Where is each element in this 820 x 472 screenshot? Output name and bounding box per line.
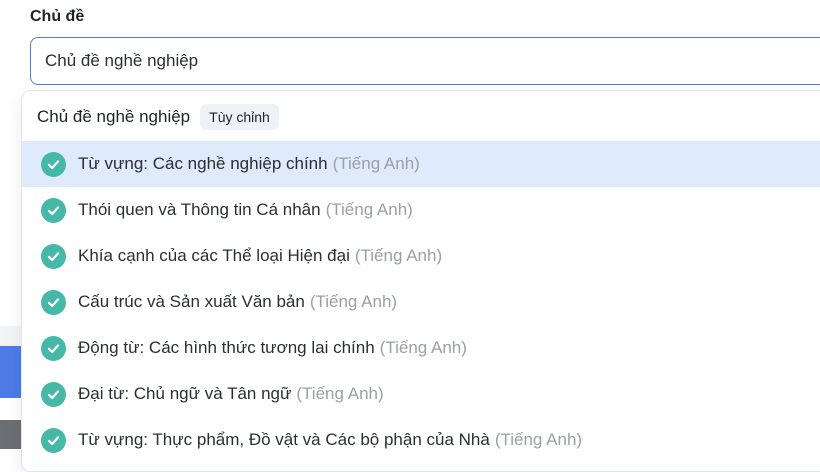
group-header: Chủ đề nghề nghiệp Tùy chỉnh — [37, 103, 279, 131]
topic-option-language: (Tiếng Anh) — [379, 338, 467, 357]
topic-option-label: Thói quen và Thông tin Cá nhân — [78, 200, 321, 219]
topic-option-language: (Tiếng Anh) — [332, 154, 420, 173]
custom-badge: Tùy chỉnh — [200, 104, 279, 130]
topic-option-label: Cấu trúc và Sản xuất Văn bản — [78, 292, 305, 311]
topic-option-label: Động từ: Các hình thức tương lai chính — [78, 338, 375, 357]
check-circle-icon — [41, 197, 66, 223]
topic-option[interactable]: Từ vựng: Các nghề nghiệp chính (Tiếng An… — [22, 141, 820, 187]
topic-input-value: Chủ đề nghề nghiệp — [45, 51, 199, 70]
topic-dropdown: Chủ đề nghề nghiệp Tùy chỉnh Từ vựng: Cá… — [21, 90, 820, 472]
topic-option-label: Khía cạnh của các Thể loại Hiện đại — [78, 246, 350, 265]
topic-option[interactable]: Từ vựng: Thực phẩm, Đồ vật và Các bộ phậ… — [22, 417, 820, 463]
check-circle-icon — [41, 243, 66, 269]
topic-option-label: Từ vựng: Các nghề nghiệp chính — [78, 154, 328, 173]
topic-field-label: Chủ đề — [30, 8, 85, 25]
check-circle-icon — [41, 151, 66, 177]
group-title: Chủ đề nghề nghiệp — [37, 107, 191, 126]
topic-option[interactable]: Khía cạnh của các Thể loại Hiện đại (Tiế… — [22, 233, 820, 279]
topic-option[interactable]: Động từ: Các hình thức tương lai chính (… — [22, 325, 820, 371]
topic-option-label: Từ vựng: Thực phẩm, Đồ vật và Các bộ phậ… — [78, 430, 490, 449]
check-circle-icon — [41, 335, 66, 361]
topic-option-language: (Tiếng Anh) — [296, 384, 384, 403]
background-panel-edge-dark — [0, 420, 22, 449]
topic-option-language: (Tiếng Anh) — [325, 200, 413, 219]
topic-option-language: (Tiếng Anh) — [309, 292, 398, 311]
background-panel-edge — [0, 326, 22, 346]
check-circle-icon — [41, 289, 66, 315]
check-circle-icon — [41, 381, 66, 407]
topic-option-label: Đại từ: Chủ ngữ và Tân ngữ — [78, 384, 292, 403]
topic-option-language: (Tiếng Anh) — [494, 430, 583, 449]
background-button-edge — [0, 346, 22, 398]
topic-option[interactable]: Thói quen và Thông tin Cá nhân (Tiếng An… — [22, 187, 820, 233]
topic-input[interactable]: Chủ đề nghề nghiệp — [30, 37, 820, 85]
topic-option-list: Từ vựng: Các nghề nghiệp chính (Tiếng An… — [22, 141, 820, 463]
topic-option-language: (Tiếng Anh) — [354, 246, 443, 265]
topic-option[interactable]: Đại từ: Chủ ngữ và Tân ngữ (Tiếng Anh) — [22, 371, 820, 417]
topic-option[interactable]: Cấu trúc và Sản xuất Văn bản (Tiếng Anh) — [22, 279, 820, 325]
